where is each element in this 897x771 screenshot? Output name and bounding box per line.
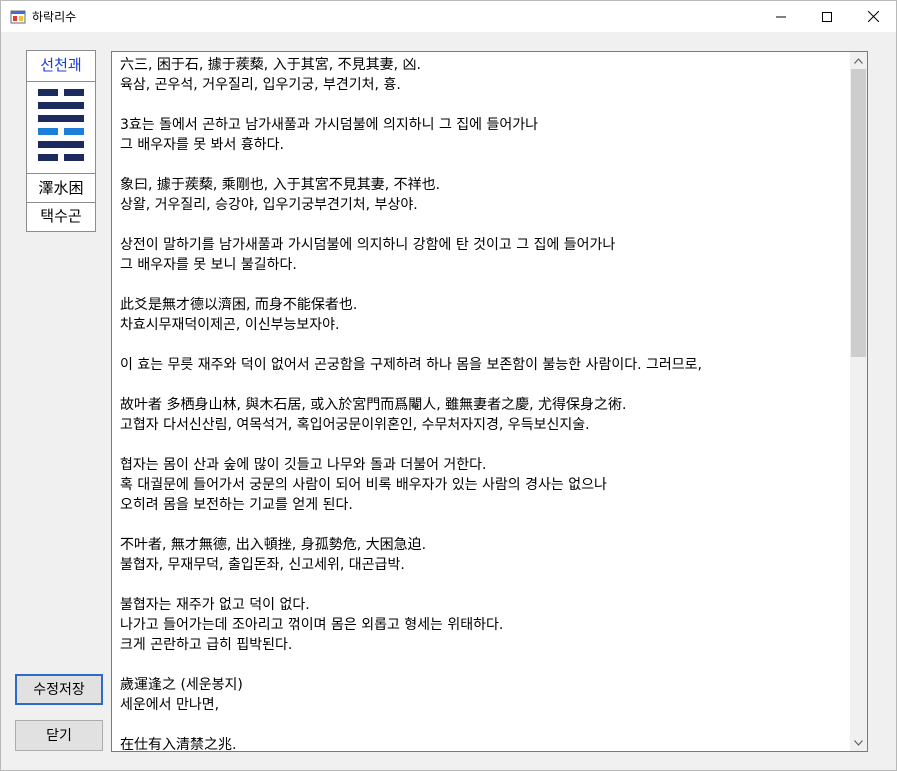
text-line: 그 배우자를 못 보니 불길하다. <box>120 257 297 273</box>
hexagram-line-5 <box>38 141 84 148</box>
scroll-thumb[interactable] <box>851 69 866 357</box>
text-line <box>120 575 845 595</box>
minimize-icon <box>776 16 786 17</box>
hexagram-hanja-name: 澤水困 <box>27 173 95 203</box>
text-line <box>120 275 845 295</box>
hexagram-card: 선천괘 澤水困 택수곤 <box>26 50 96 232</box>
scroll-up-button[interactable] <box>850 52 867 69</box>
text-line <box>120 715 845 735</box>
text-line <box>120 435 845 455</box>
text-line <box>120 155 845 175</box>
text-line: 불협자는 재주가 없고 덕이 없다. <box>120 597 310 613</box>
text-line <box>120 515 845 535</box>
text-line: 불협자, 무재무덕, 출입돈좌, 신고세위, 대곤급박. <box>120 557 405 573</box>
hexagram-line-3 <box>38 115 84 122</box>
vertical-scrollbar[interactable] <box>850 52 867 751</box>
text-line: 육삼, 곤우석, 거우질리, 입우기궁, 부견기처, 흉. <box>120 77 401 93</box>
save-changes-button[interactable]: 수정저장 <box>15 674 103 705</box>
text-line: 그 배우자를 못 봐서 흉하다. <box>120 137 284 153</box>
minimize-button[interactable] <box>758 1 804 32</box>
text-line <box>120 335 845 355</box>
window-title: 하락리수 <box>32 10 77 24</box>
text-line: 협자는 몸이 산과 숲에 많이 깃들고 나무와 돌과 더불어 거한다. <box>120 457 487 473</box>
text-line: 오히려 몸을 보전하는 기교를 얻게 된다. <box>120 497 353 513</box>
close-button[interactable]: 닫기 <box>15 720 103 751</box>
title-bar[interactable]: 하락리수 <box>1 1 896 32</box>
hexagram-line-4 <box>38 128 84 135</box>
hexagram-type-label: 선천괘 <box>27 51 95 82</box>
text-line: 상전이 말하기를 남가새풀과 가시덤불에 의지하니 강함에 탄 것이고 그 집에… <box>120 237 616 253</box>
text-line <box>120 375 845 395</box>
text-line: 고협자 다서신산림, 여목석거, 혹입어궁문이위혼인, 수무처자지경, 우득보신… <box>120 417 590 433</box>
text-line <box>120 215 845 235</box>
hexagram-symbol <box>38 89 84 161</box>
text-line <box>120 655 845 675</box>
scroll-down-button[interactable] <box>850 734 867 751</box>
maximize-icon <box>822 11 832 22</box>
text-line: 不叶者, 無才無德, 出入頓挫, 身孤勢危, 大困急迫. <box>120 537 427 553</box>
text-line: 차효시무재덕이제곤, 이신부능보자야. <box>120 317 340 333</box>
text-line: 상왈, 거우질리, 승강야, 입우기궁부견기처, 부상야. <box>120 197 418 213</box>
hexagram-korean-name: 택수곤 <box>40 207 82 225</box>
text-line: 六三, 困于石, 據于蒺蔾, 入于其宮, 不見其妻, 凶. <box>120 57 421 73</box>
text-line: 3효는 돌에서 곤하고 남가새풀과 가시덤불에 의지하니 그 집에 들어가나 <box>120 117 539 133</box>
hexagram-line-2 <box>38 102 84 109</box>
close-window-button[interactable] <box>850 1 896 32</box>
text-line: 이 효는 무릇 재주와 덕이 없어서 곤궁함을 구제하려 하나 몸을 보존함이 … <box>120 357 702 373</box>
text-line: 크게 곤란하고 급히 핍박된다. <box>120 637 293 653</box>
maximize-button[interactable] <box>804 1 850 32</box>
text-line: 혹 대궐문에 들어가서 궁문의 사람이 되어 비록 배우자가 있는 사람의 경사… <box>120 477 607 493</box>
hexagram-line-1 <box>38 89 84 96</box>
hexagram-line-6 <box>38 154 84 161</box>
text-line: 在仕有入清禁之兆. <box>120 737 237 752</box>
text-line: 象曰, 據于蒺蔾, 乘剛也, 入于其宮不見其妻, 不祥也. <box>120 177 441 193</box>
interpretation-text[interactable]: 六三, 困于石, 據于蒺蔾, 入于其宮, 不見其妻, 凶. 육삼, 곤우석, 거우… <box>120 55 845 752</box>
text-line: 세운에서 만나면, <box>120 697 220 713</box>
text-line <box>120 95 845 115</box>
chevron-up-icon <box>854 57 863 64</box>
app-window: 하락리수 선천괘 澤水困 택수곤 수정저장 닫기 六三, 困于石, 據于蒺蔾, … <box>0 0 897 771</box>
interpretation-textbox[interactable]: 六三, 困于石, 據于蒺蔾, 入于其宮, 不見其妻, 凶. 육삼, 곤우석, 거우… <box>111 51 868 752</box>
text-line: 歲運逢之 (세운봉지) <box>120 677 243 693</box>
close-icon <box>867 11 879 22</box>
text-line: 나가고 들어가는데 조아리고 꺾이며 몸은 외롭고 형세는 위태하다. <box>120 617 504 633</box>
text-line: 故叶者 多栖身山林, 與木石居, 或入於宮門而爲閹人, 雖無妻者之慶, 尤得保身… <box>120 397 627 413</box>
chevron-down-icon <box>854 739 863 746</box>
app-icon <box>10 10 26 24</box>
text-line: 此爻是無才德以濟困, 而身不能保者也. <box>120 297 358 313</box>
